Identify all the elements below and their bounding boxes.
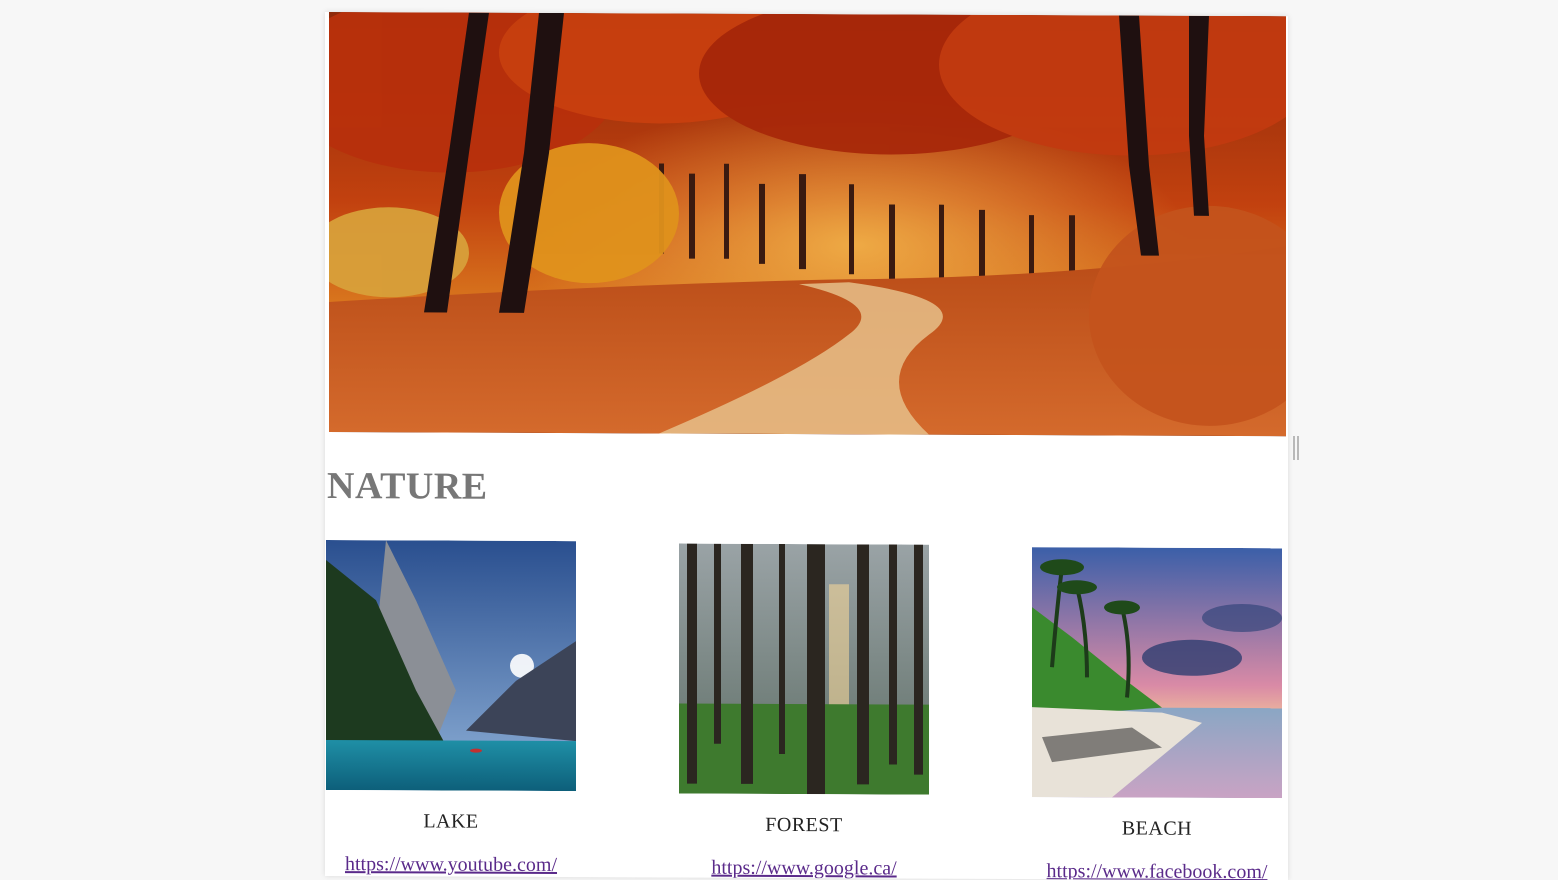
beach-image <box>1032 547 1282 799</box>
beach-card: BEACH https://www.facebook.com/ <box>1032 547 1282 880</box>
webpage-content: NATURE LAKE https://www.youtube.com/ FOR… <box>325 12 1288 880</box>
forest-card: FOREST https://www.google.ca/ <box>679 543 929 880</box>
card-label: BEACH <box>1121 817 1193 840</box>
card-label: FOREST <box>765 813 843 837</box>
resize-handle-icon[interactable] <box>1293 436 1299 460</box>
autumn-forest-hero-image <box>329 12 1286 437</box>
youtube-link[interactable]: https://www.youtube.com/ <box>326 853 576 877</box>
google-link[interactable]: https://www.google.ca/ <box>679 857 929 880</box>
lake-card: LAKE https://www.youtube.com/ <box>326 540 576 877</box>
page-heading: NATURE <box>327 465 488 508</box>
facebook-link[interactable]: https://www.facebook.com/ <box>1032 860 1282 880</box>
card-label: LAKE <box>423 810 479 833</box>
lake-image <box>326 540 576 792</box>
forest-image <box>679 543 929 795</box>
